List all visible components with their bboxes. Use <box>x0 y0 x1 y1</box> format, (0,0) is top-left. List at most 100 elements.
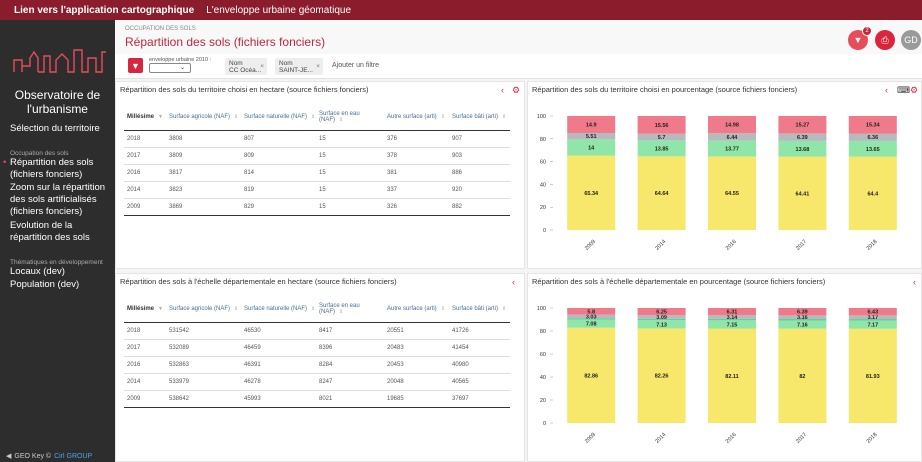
column-header[interactable]: Surface bâti (arti) ⇕ <box>449 104 510 131</box>
table-row[interactable]: 2014 3823 819 15 337 920 <box>124 181 510 199</box>
table-row[interactable]: 2009 538642 45993 8021 19685 37697 <box>124 390 510 408</box>
data-label: 6.39 <box>797 310 808 316</box>
y-tick-label: 100 <box>537 114 546 120</box>
nav-item-repartition[interactable]: Répartition des sols (fichiers fonciers) <box>0 157 115 181</box>
column-header[interactable]: Surface agricole (NAF) ⇕ <box>166 104 241 131</box>
table-cell: 381 <box>384 164 449 182</box>
column-header[interactable]: Surface en eau (NAF) ⇕ <box>316 104 384 131</box>
table-cell: 2018 <box>124 130 166 148</box>
filter-chip-commune[interactable]: Nom SAINT-JE... × <box>275 58 323 75</box>
column-header[interactable]: Surface agricole (NAF) ⇕ <box>166 296 241 323</box>
table-cell: 3809 <box>166 147 241 165</box>
top-bar: Lien vers l'application cartographique L… <box>0 0 922 20</box>
logo <box>10 30 110 85</box>
sort-icon[interactable]: ⇕ <box>339 309 343 315</box>
data-label: 3.16 <box>797 315 808 321</box>
y-tick-label: 60 <box>540 352 546 358</box>
nav-item-zoom[interactable]: Zoom sur la répartition des sols artific… <box>0 182 115 218</box>
column-header[interactable]: Autre surface (arti) ⇕ <box>384 296 449 323</box>
table-row[interactable]: 2018 3808 807 15 376 907 <box>124 130 510 148</box>
data-label: 5.7 <box>658 135 666 141</box>
y-tick-label: 20 <box>540 398 546 404</box>
column-header[interactable]: Surface bâti (arti) ⇕ <box>449 296 510 323</box>
collapse-icon[interactable]: ◀ <box>6 452 11 460</box>
column-header[interactable]: Millésime ▼ <box>124 296 166 323</box>
x-tick-label: 2016 <box>725 239 738 252</box>
data-label: 81.93 <box>866 374 880 380</box>
print-button[interactable]: ⎙ <box>875 30 895 50</box>
user-avatar[interactable]: GD <box>901 30 921 50</box>
table-row[interactable]: 2017 3809 809 15 378 903 <box>124 147 510 165</box>
data-label: 13.85 <box>655 146 669 152</box>
column-header[interactable]: Surface naturelle (NAF) ⇕ <box>241 296 316 323</box>
map-app-link[interactable]: Lien vers l'application cartographique <box>14 5 194 16</box>
footer-link[interactable]: Cirl GROUP <box>54 453 92 460</box>
sort-icon[interactable]: ⇕ <box>234 114 238 120</box>
options-icon[interactable]: ⚙ <box>910 85 918 96</box>
column-header[interactable]: Surface naturelle (NAF) ⇕ <box>241 104 316 131</box>
filter-bar: ▼ enveloppe urbaine 2010 : ⌄ Nom CC Océa… <box>115 54 922 79</box>
column-header[interactable]: Autre surface (arti) ⇕ <box>384 104 449 131</box>
chevron-left-icon[interactable]: ‹ <box>512 277 515 287</box>
sort-icon[interactable]: ⇕ <box>311 114 315 120</box>
sidebar: Observatoire de l'urbanisme Sélection du… <box>0 20 115 462</box>
filter-chip-cc[interactable]: Nom CC Océa... × <box>225 58 267 75</box>
data-label: 82.26 <box>655 374 669 380</box>
column-header[interactable]: Millésime ▼ <box>124 104 166 131</box>
department-table: Millésime ▼ Surface agricole (NAF) ⇕ Surface… <box>124 296 510 408</box>
table-row[interactable]: 2016 532863 46391 8284 20453 40980 <box>124 356 510 374</box>
nav-item-evolution[interactable]: Evolution de la répartition des sols <box>0 220 115 244</box>
table-cell: 3817 <box>166 164 241 182</box>
chevron-left-icon[interactable]: ‹ <box>885 85 888 95</box>
data-label: 64.64 <box>655 191 670 197</box>
sort-icon[interactable]: ⇕ <box>441 306 445 312</box>
data-label: 5.51 <box>586 134 597 140</box>
table-row[interactable]: 2017 532089 46459 8396 20483 41454 <box>124 339 510 357</box>
data-label: 7.15 <box>727 322 738 328</box>
page-header: OCCUPATION DES SOLS Répartition des sols… <box>115 20 922 54</box>
table-row[interactable]: 2009 3869 829 15 326 882 <box>124 198 510 216</box>
sort-desc-icon[interactable]: ▼ <box>158 306 163 312</box>
table-row[interactable]: 2018 531542 46530 8417 20551 41726 <box>124 322 510 340</box>
nav-select-territory[interactable]: Sélection du territoire <box>0 123 115 135</box>
y-tick-label: 0 <box>543 228 546 234</box>
table-cell: 2016 <box>124 356 166 374</box>
chevron-left-icon[interactable]: ‹ <box>501 85 504 95</box>
filter-menu-button[interactable]: ▼ 2 <box>848 26 872 50</box>
sort-icon[interactable]: ⇕ <box>339 117 343 123</box>
sort-icon[interactable]: ⇕ <box>502 114 506 120</box>
sort-desc-icon[interactable]: ▼ <box>158 114 163 120</box>
data-label: 6.25 <box>656 310 667 316</box>
options-icon[interactable]: ⚙ <box>512 85 520 96</box>
envelope-select[interactable]: enveloppe urbaine 2010 : ⌄ <box>149 57 211 73</box>
envelope-dropdown[interactable]: ⌄ <box>149 63 191 73</box>
column-header[interactable]: Surface en eau (NAF) ⇕ <box>316 296 384 323</box>
add-filter-button[interactable]: Ajouter un filtre <box>332 62 379 69</box>
table-cell: 40980 <box>449 356 510 374</box>
sort-icon[interactable]: ⇕ <box>441 114 445 120</box>
data-label: 7.13 <box>656 322 667 328</box>
chat-icon[interactable]: ⌨ <box>897 85 910 96</box>
data-label: 64.41 <box>796 191 810 197</box>
table-cell: 41726 <box>449 322 510 340</box>
table-cell: 886 <box>449 164 510 182</box>
sort-icon[interactable]: ⇕ <box>234 306 238 312</box>
remove-chip-icon[interactable]: × <box>260 63 264 70</box>
nav-item-locaux[interactable]: Locaux (dev) <box>0 266 115 278</box>
data-label: 3.09 <box>656 315 667 321</box>
table-cell: 2014 <box>124 373 166 391</box>
territory-percent-chart: 0 20 40 60 80 100 65.34 14 5.51 14.9 2009 64.64 13.8… <box>537 114 897 252</box>
table-cell: 15 <box>316 181 384 199</box>
chevron-left-icon[interactable]: ‹ <box>913 277 916 287</box>
table-cell: 2018 <box>124 322 166 340</box>
table-cell: 8247 <box>316 373 384 391</box>
filter-button[interactable]: ▼ <box>128 58 143 73</box>
table-row[interactable]: 2016 3817 814 15 381 886 <box>124 164 510 182</box>
panel-title: Répartition des sols à l'échelle départe… <box>120 277 397 286</box>
nav-item-population[interactable]: Population (dev) <box>0 279 115 291</box>
remove-chip-icon[interactable]: × <box>316 63 320 70</box>
table-cell: 538642 <box>166 390 241 408</box>
sort-icon[interactable]: ⇕ <box>311 306 315 312</box>
sort-icon[interactable]: ⇕ <box>502 306 506 312</box>
table-row[interactable]: 2014 533979 46278 8247 20048 40565 <box>124 373 510 391</box>
